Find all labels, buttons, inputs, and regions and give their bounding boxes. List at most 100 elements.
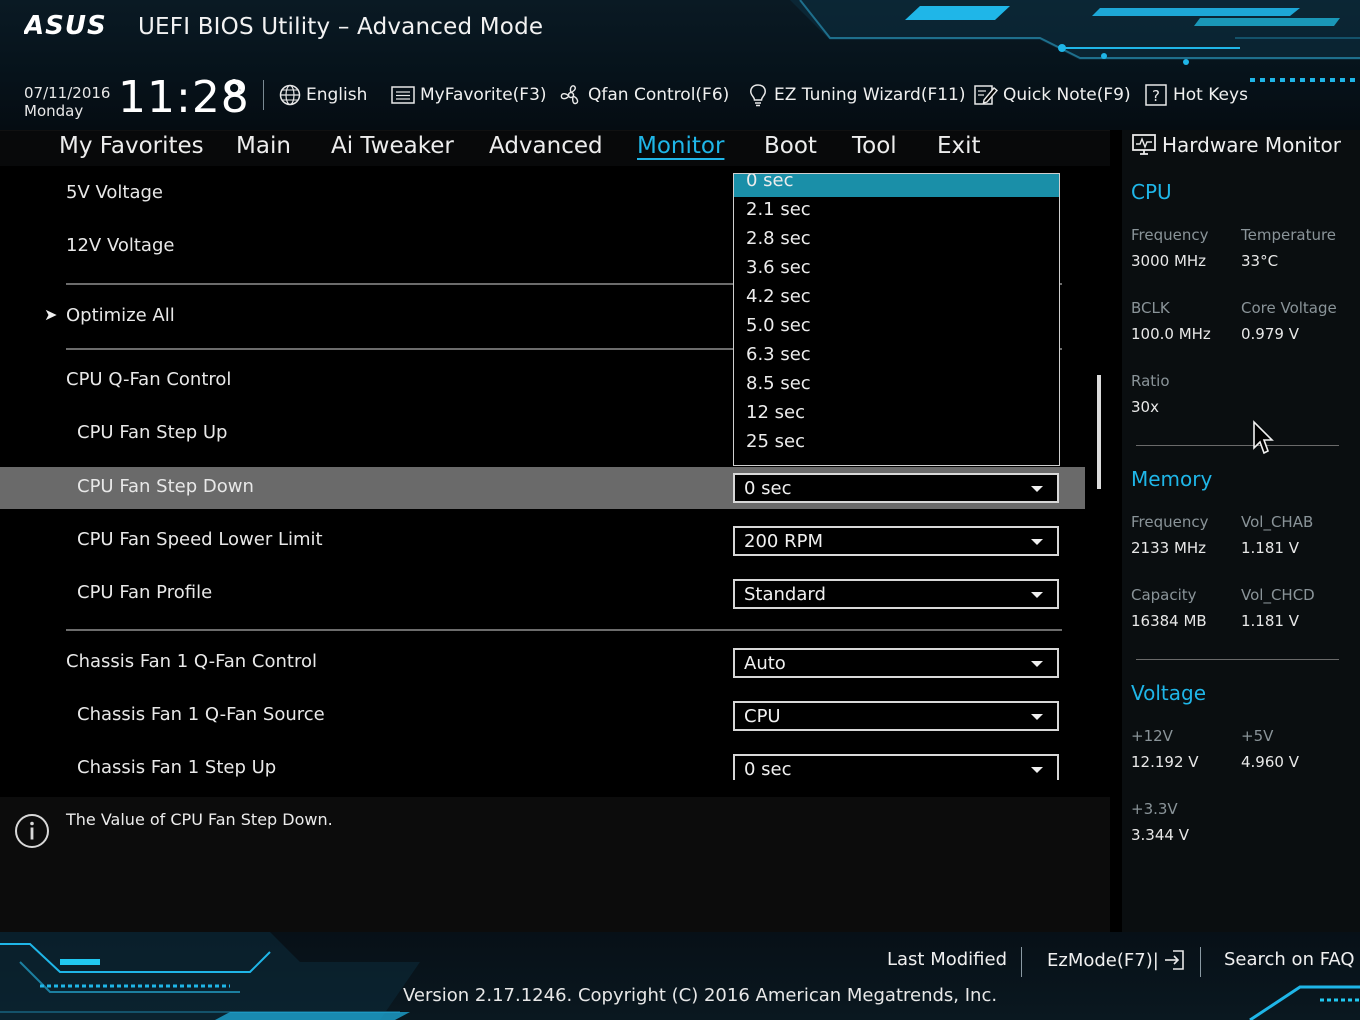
chevron-down-icon bbox=[1031, 714, 1043, 720]
option-item[interactable]: 4.2 sec bbox=[734, 284, 1059, 313]
tab-ai-tweaker[interactable]: Ai Tweaker bbox=[331, 133, 454, 159]
chevron-down-icon bbox=[1031, 661, 1043, 667]
tab-exit[interactable]: Exit bbox=[937, 133, 981, 159]
search-faq-label: Search on FAQ bbox=[1224, 949, 1355, 970]
memory-heading: Memory bbox=[1131, 467, 1213, 491]
select-value: Auto bbox=[744, 653, 786, 674]
option-label: 3.6 sec bbox=[746, 257, 811, 278]
tab-advanced[interactable]: Advanced bbox=[489, 133, 603, 159]
exit-arrow-icon bbox=[1164, 950, 1184, 970]
select-value: 0 sec bbox=[744, 478, 792, 499]
date-display: 07/11/2016 bbox=[24, 84, 111, 102]
option-label: 0 sec bbox=[746, 173, 794, 191]
quick-note-button[interactable]: Quick Note(F9) bbox=[974, 80, 1131, 110]
cpu-fan-profile-select[interactable]: Standard bbox=[733, 579, 1059, 609]
ezmode-button[interactable]: EzMode(F7)| bbox=[1047, 949, 1185, 971]
option-item[interactable]: 12 sec bbox=[734, 400, 1059, 429]
vol-chcd-label: Vol_CHCD bbox=[1241, 586, 1315, 604]
option-item[interactable]: 6.3 sec bbox=[734, 342, 1059, 371]
day-display: Monday bbox=[24, 102, 84, 120]
setting-label: Chassis Fan 1 Q-Fan Control bbox=[66, 651, 317, 672]
globe-icon bbox=[279, 84, 301, 106]
search-faq-button[interactable]: Search on FAQ bbox=[1224, 949, 1355, 970]
option-label: 2.1 sec bbox=[746, 199, 811, 220]
tab-main[interactable]: Main bbox=[236, 133, 291, 159]
app-title: UEFI BIOS Utility – Advanced Mode bbox=[138, 14, 544, 40]
ez-tuning-wizard-label: EZ Tuning Wizard(F11) bbox=[774, 85, 966, 105]
myfavorite-button[interactable]: MyFavorite(F3) bbox=[391, 80, 547, 110]
option-label: 2.8 sec bbox=[746, 228, 811, 249]
option-item[interactable]: 2.1 sec bbox=[734, 197, 1059, 226]
footer-separator bbox=[1200, 947, 1201, 977]
cpu-frequency-value: 3000 MHz bbox=[1131, 252, 1207, 270]
note-pencil-icon bbox=[974, 85, 998, 105]
v5-label: +5V bbox=[1241, 727, 1274, 745]
language-button[interactable]: English bbox=[279, 80, 367, 110]
cpu-temperature-value: 33°C bbox=[1241, 252, 1279, 270]
copyright-text: Version 2.17.1246. Copyright (C) 2016 Am… bbox=[403, 985, 998, 1006]
help-text: The Value of CPU Fan Step Down. bbox=[66, 810, 333, 829]
ez-tuning-wizard-button[interactable]: EZ Tuning Wizard(F11) bbox=[747, 80, 966, 110]
asus-logo: ASUS bbox=[24, 12, 106, 38]
qfan-control-button[interactable]: Qfan Control(F6) bbox=[559, 80, 729, 110]
chassis-fan1-step-up-select[interactable]: 0 sec bbox=[733, 754, 1059, 780]
memory-frequency-label: Frequency bbox=[1131, 513, 1209, 531]
chassis-fan1-qfan-source-select[interactable]: CPU bbox=[733, 701, 1059, 731]
quick-note-label: Quick Note(F9) bbox=[1003, 85, 1131, 105]
option-item[interactable]: 5.0 sec bbox=[734, 313, 1059, 342]
option-item[interactable]: 2.8 sec bbox=[734, 226, 1059, 255]
option-item[interactable]: 8.5 sec bbox=[734, 371, 1059, 400]
voltage-heading: Voltage bbox=[1131, 681, 1207, 705]
last-modified-button[interactable]: Last Modified bbox=[887, 949, 1007, 970]
capacity-value: 16384 MB bbox=[1131, 612, 1207, 630]
option-item[interactable]: 3.6 sec bbox=[734, 255, 1059, 284]
chevron-down-icon bbox=[1031, 486, 1043, 492]
cpu-fan-speed-lower-limit-select[interactable]: 200 RPM bbox=[733, 526, 1059, 556]
step-down-options-list[interactable]: 0 sec 2.1 sec 2.8 sec 3.6 sec 4.2 sec 5.… bbox=[733, 173, 1060, 466]
ezmode-label: EzMode(F7)| bbox=[1047, 949, 1159, 971]
chevron-down-icon bbox=[1031, 767, 1043, 773]
chevron-down-icon bbox=[1031, 539, 1043, 545]
option-item[interactable]: 25 sec bbox=[734, 429, 1059, 458]
option-label: 8.5 sec bbox=[746, 373, 811, 394]
tab-monitor[interactable]: Monitor bbox=[637, 133, 724, 159]
option-label: 12 sec bbox=[746, 402, 805, 423]
setting-label: Chassis Fan 1 Step Up bbox=[77, 757, 277, 778]
svg-text:?: ? bbox=[1152, 87, 1160, 105]
settings-gear-icon[interactable]: ✿ bbox=[224, 74, 244, 102]
tab-boot[interactable]: Boot bbox=[764, 133, 817, 159]
language-label: English bbox=[306, 85, 368, 105]
hardware-monitor-panel: Hardware Monitor CPU Frequency Temperatu… bbox=[1122, 130, 1360, 932]
list-icon bbox=[391, 86, 415, 104]
option-label: 5.0 sec bbox=[746, 315, 811, 336]
tab-tool[interactable]: Tool bbox=[852, 133, 897, 159]
info-icon bbox=[15, 814, 49, 848]
last-modified-label: Last Modified bbox=[887, 949, 1008, 970]
scrollbar-thumb[interactable] bbox=[1097, 375, 1101, 489]
chassis-fan1-qfan-control-select[interactable]: Auto bbox=[733, 648, 1059, 678]
select-value: 0 sec bbox=[744, 759, 792, 780]
setting-label: CPU Fan Step Up bbox=[77, 422, 228, 443]
option-label: 25 sec bbox=[746, 431, 805, 452]
select-value: CPU bbox=[744, 706, 781, 727]
select-value: 200 RPM bbox=[744, 531, 823, 552]
v12-value: 12.192 V bbox=[1131, 753, 1199, 771]
tab-my-favorites[interactable]: My Favorites bbox=[59, 133, 204, 159]
setting-label: CPU Fan Step Down bbox=[77, 476, 254, 497]
vol-chcd-value: 1.181 V bbox=[1241, 612, 1299, 630]
help-panel: The Value of CPU Fan Step Down. bbox=[0, 797, 1110, 932]
footer-decoration bbox=[0, 932, 1360, 1020]
qfan-control-label: Qfan Control(F6) bbox=[588, 85, 730, 105]
core-voltage-value: 0.979 V bbox=[1241, 325, 1299, 343]
footer-separator bbox=[1021, 947, 1022, 977]
vol-chab-value: 1.181 V bbox=[1241, 539, 1299, 557]
hot-keys-button[interactable]: ? Hot Keys bbox=[1144, 80, 1248, 110]
menu-tabs: My Favorites Main Ai Tweaker Advanced Mo… bbox=[0, 130, 1110, 166]
ratio-value: 30x bbox=[1131, 398, 1159, 416]
question-icon: ? bbox=[1145, 84, 1167, 106]
myfavorite-label: MyFavorite(F3) bbox=[420, 85, 547, 105]
footer-bar: Last Modified EzMode(F7)| Search on FAQ … bbox=[0, 932, 1360, 1020]
cpu-frequency-label: Frequency bbox=[1131, 226, 1209, 244]
option-item[interactable]: 0 sec bbox=[734, 173, 1059, 197]
cpu-fan-step-down-select[interactable]: 0 sec bbox=[733, 473, 1059, 503]
